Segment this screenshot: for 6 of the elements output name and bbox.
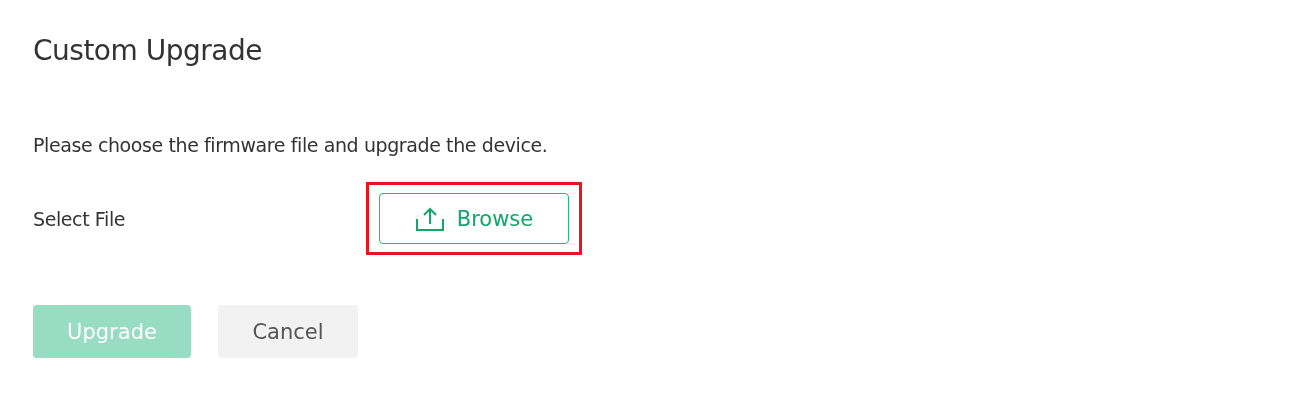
field-label: Select File xyxy=(33,207,127,230)
browse-button[interactable]: Browse xyxy=(379,193,569,244)
cancel-button[interactable]: Cancel xyxy=(218,305,358,358)
description-text: Please choose the firmware file and upgrade the device. xyxy=(33,134,549,156)
upload-icon xyxy=(414,205,445,232)
page-title: Custom Upgrade xyxy=(33,34,263,67)
